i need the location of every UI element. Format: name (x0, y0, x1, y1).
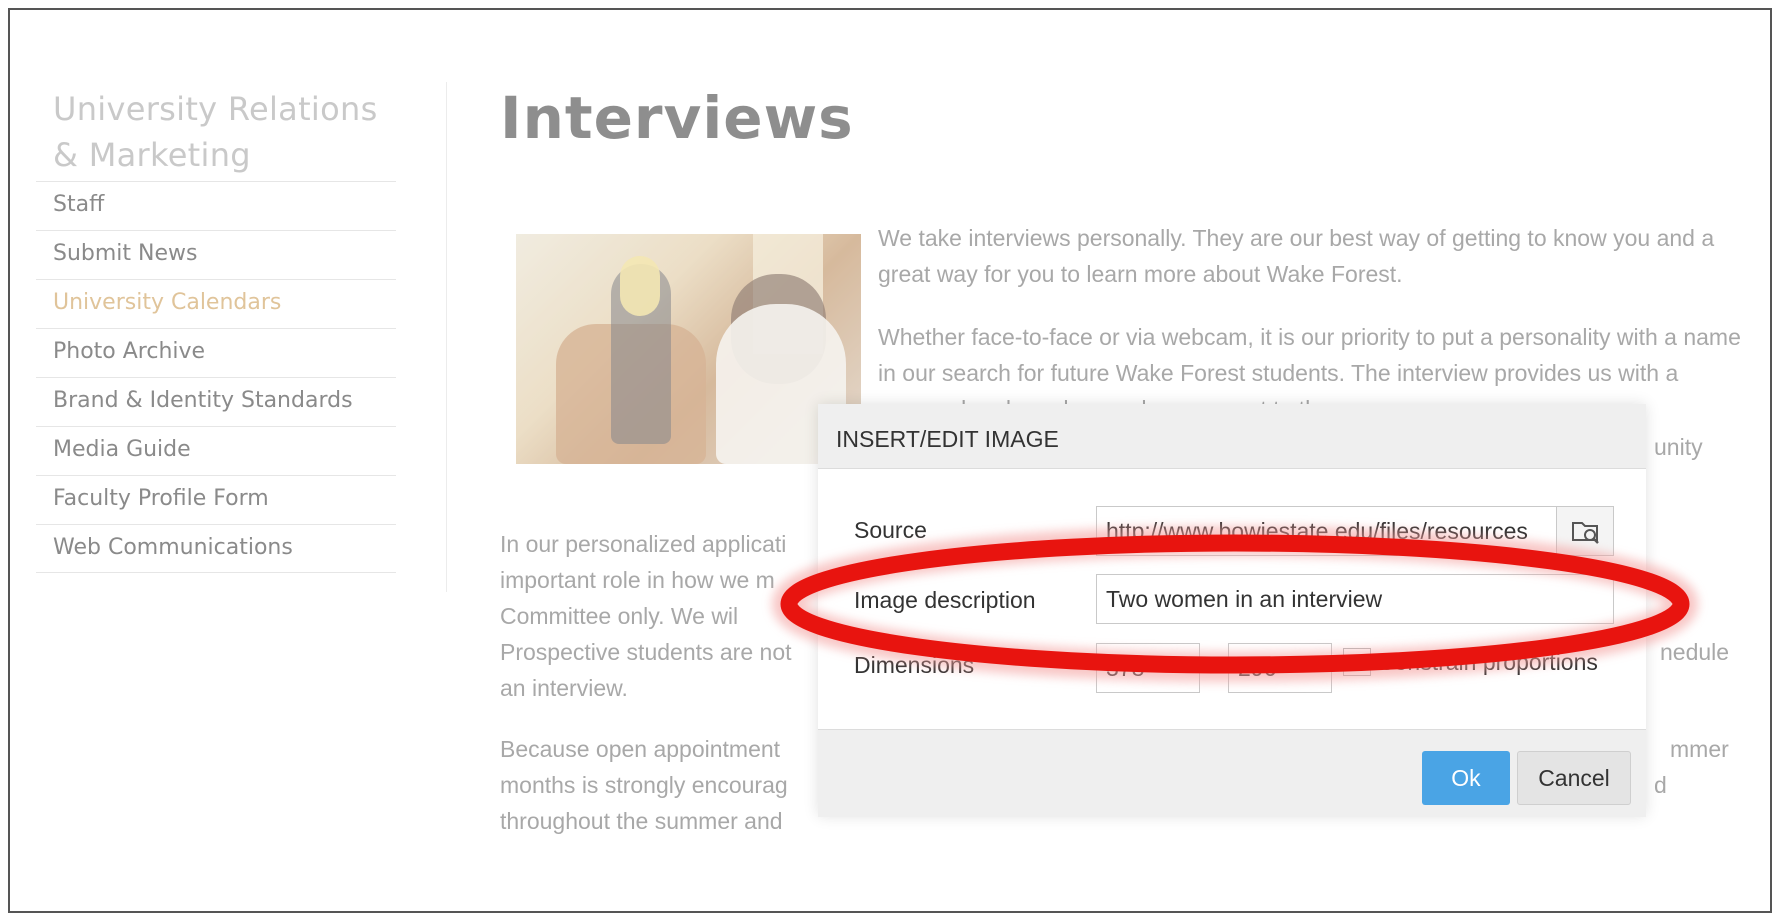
paragraph-fragment: an interview. (500, 675, 628, 701)
webcam-paragraph: Whether face-to-face or via webcam, it i… (878, 324, 1741, 417)
paragraph-fragment: mmer (1670, 736, 1729, 762)
insert-edit-image-dialog: INSERT/EDIT IMAGE Source http://www.bowi… (818, 404, 1646, 817)
constrain-proportions-checkbox[interactable]: ✔ (1343, 648, 1371, 676)
sidebar-item-submit-news[interactable]: Submit News (36, 230, 396, 279)
ok-button[interactable]: Ok (1422, 751, 1510, 805)
paragraph-fragment: throughout the summer and (500, 808, 783, 834)
dialog-footer: Ok Cancel (818, 729, 1646, 817)
paragraph-fragment: In our personalized applicati (500, 531, 787, 557)
width-input[interactable]: 378 (1096, 643, 1200, 693)
height-input[interactable]: 296 (1228, 643, 1332, 693)
sidebar-item-web-communications[interactable]: Web Communications (36, 524, 396, 573)
paragraph-fragment: important role in how we m (500, 567, 775, 593)
image-description-label: Image description (854, 587, 1036, 613)
page-title: Interviews (500, 84, 854, 152)
sidebar-item-university-calendars[interactable]: University Calendars (36, 279, 396, 328)
paragraph-fragment: months is strongly encourag (500, 772, 788, 798)
column-divider (446, 82, 447, 592)
sidebar-item-faculty-profile-form[interactable]: Faculty Profile Form (36, 475, 396, 524)
browse-button[interactable] (1556, 506, 1614, 556)
interview-photo (516, 234, 861, 464)
paragraph-fragment: Prospective students are not (500, 639, 792, 665)
dialog-title: INSERT/EDIT IMAGE (836, 426, 1059, 452)
dimensions-label: Dimensions (854, 652, 975, 678)
sidebar-item-brand-identity[interactable]: Brand & Identity Standards (36, 377, 396, 426)
dialog-header[interactable]: INSERT/EDIT IMAGE (818, 404, 1646, 469)
paragraph-fragment: Committee only. We wil (500, 603, 739, 629)
paragraph-fragment: nedule (1660, 639, 1730, 665)
paragraph-fragment: d (1654, 772, 1667, 798)
sidebar-item-photo-archive[interactable]: Photo Archive (36, 328, 396, 377)
sidebar-item-media-guide[interactable]: Media Guide (36, 426, 396, 475)
constrain-proportions-label[interactable]: Constrain proportions (1378, 649, 1598, 676)
sidebar-title[interactable]: University Relations & Marketing (53, 86, 383, 178)
sidebar-item-staff[interactable]: Staff (36, 181, 396, 230)
intro-paragraph: We take interviews personally. They are … (878, 225, 1715, 287)
source-input[interactable]: http://www.bowiestate.edu/files/resource… (1096, 506, 1558, 556)
folder-search-icon (1572, 522, 1599, 544)
image-description-input[interactable]: Two women in an interview (1096, 574, 1614, 624)
cancel-button[interactable]: Cancel (1517, 751, 1631, 805)
dimension-separator: x (1206, 651, 1218, 677)
sidebar-nav: Staff Submit News University Calendars P… (36, 181, 396, 573)
paragraph-fragment: Because open appointment (500, 736, 781, 762)
paragraph-fragment: unity (1654, 434, 1703, 460)
source-label: Source (854, 517, 927, 543)
